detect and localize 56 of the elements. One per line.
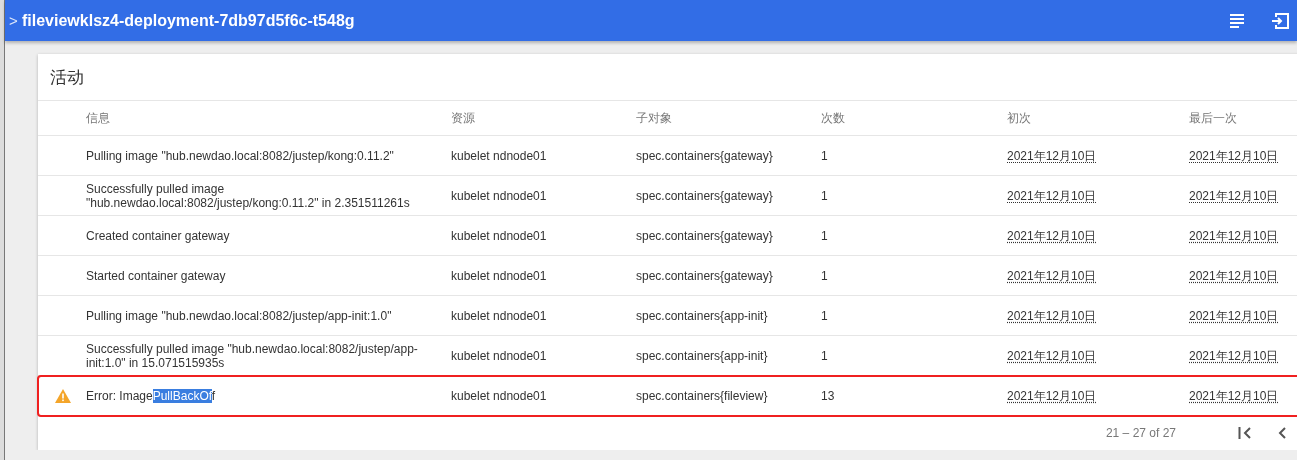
table-cell-text: kubelet ndnode01 bbox=[451, 348, 548, 363]
table-cell-text: 1 bbox=[821, 308, 829, 323]
table-cell-text: spec.containers{app-init} bbox=[636, 348, 769, 363]
date-text: 2021年12月10日 bbox=[1007, 188, 1098, 203]
date-text: 2021年12月10日 bbox=[1007, 148, 1098, 163]
page-title: fileviewklsz4-deployment-7db97d5f6c-t548g bbox=[22, 11, 355, 30]
table-cell-text: Pulling image "hub.newdao.local:8082/justep/kong:0.11.2" bbox=[86, 148, 395, 163]
date-text: 2021年12月10日 bbox=[1189, 188, 1280, 203]
date-text: 2021年12月10日 bbox=[1007, 348, 1098, 363]
date-text: 2021年12月10日 bbox=[1189, 308, 1280, 323]
column-header: 最后一次 bbox=[1189, 109, 1238, 127]
table-cell-text: spec.containers{gateway} bbox=[636, 228, 774, 243]
table-cell-text: Pulling image "hub.newdao.local:8082/justep/app-init:1.0" bbox=[86, 308, 393, 323]
column-header: 初次 bbox=[1007, 109, 1032, 127]
date-text: 2021年12月10日 bbox=[1007, 388, 1098, 403]
date-text: 2021年12月10日 bbox=[1189, 388, 1280, 403]
table-cell-text: Error: ImagePullBackOff bbox=[86, 388, 217, 403]
previous-page-icon[interactable] bbox=[1278, 427, 1286, 439]
table-cell-text: Started container gateway bbox=[86, 268, 227, 283]
table-cell-text: Successfully pulled image "hub.newdao.local:8082/justep/app-init:1.0" in 15.071515935s bbox=[86, 341, 419, 370]
date-text: 2021年12月10日 bbox=[1007, 268, 1098, 283]
first-page-icon[interactable] bbox=[1238, 427, 1252, 439]
menu-icon[interactable] bbox=[1229, 13, 1245, 28]
expand-glyph[interactable]: > bbox=[5, 12, 22, 29]
table-cell-text: 1 bbox=[821, 228, 829, 243]
table-cell-text: kubelet ndnode01 bbox=[451, 308, 548, 323]
card-title: 活动 bbox=[38, 54, 1297, 101]
column-header: 子对象 bbox=[636, 109, 673, 127]
date-text: 2021年12月10日 bbox=[1007, 308, 1098, 323]
column-header: 次数 bbox=[821, 109, 846, 127]
exit-icon[interactable] bbox=[1271, 12, 1289, 29]
table-cell-text: kubelet ndnode01 bbox=[451, 228, 548, 243]
date-text: 2021年12月10日 bbox=[1189, 348, 1280, 363]
table-cell-text: 13 bbox=[821, 388, 836, 403]
table-cell-text: spec.containers{app-init} bbox=[636, 308, 769, 323]
table-cell-text: spec.containers{gateway} bbox=[636, 188, 774, 203]
table-cell-text: 1 bbox=[821, 188, 829, 203]
column-header: 资源 bbox=[451, 109, 476, 127]
date-text: 2021年12月10日 bbox=[1007, 228, 1098, 243]
date-text: 2021年12月10日 bbox=[1189, 148, 1280, 163]
table-cell-text: Created container gateway bbox=[86, 228, 231, 243]
column-header: 信息 bbox=[86, 109, 111, 127]
table-cell-text: 1 bbox=[821, 348, 829, 363]
table-cell-text: 1 bbox=[821, 148, 829, 163]
table-cell-text: kubelet ndnode01 bbox=[451, 148, 548, 163]
table-cell-text: spec.containers{gateway} bbox=[636, 148, 774, 163]
table-cell-text: spec.containers{gateway} bbox=[636, 268, 774, 283]
page-range: 21 – 27 of 27 bbox=[1105, 426, 1176, 440]
table-cell-text: kubelet ndnode01 bbox=[451, 268, 548, 283]
table-cell-text: kubelet ndnode01 bbox=[451, 188, 548, 203]
date-text: 2021年12月10日 bbox=[1189, 268, 1280, 283]
date-text: 2021年12月10日 bbox=[1189, 228, 1280, 243]
table-cell-text: kubelet ndnode01 bbox=[451, 388, 548, 403]
table-cell-text: 1 bbox=[821, 268, 829, 283]
table-cell-text: Successfully pulled image "hub.newdao.local:8082/justep/kong:0.11.2" in 2.351511261s bbox=[86, 181, 411, 210]
table-cell-text: spec.containers{fileview} bbox=[636, 388, 769, 403]
